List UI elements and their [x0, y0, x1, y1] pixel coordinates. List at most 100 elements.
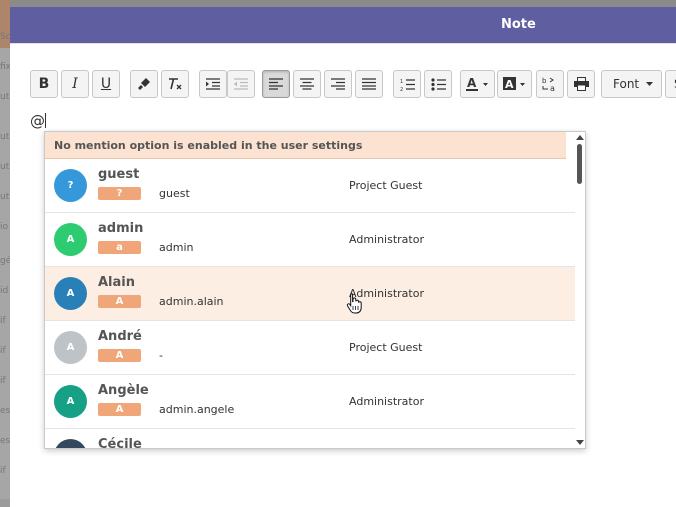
user-role: Project Guest	[349, 341, 423, 354]
text-caret	[45, 113, 46, 128]
mention-notice: No mention option is enabled in the user…	[45, 132, 566, 159]
mention-option-angele[interactable]: A Angèle A admin.angele Administrator	[45, 375, 576, 429]
avatar: ?	[54, 169, 87, 202]
note-modal: Note B I U 1 2 A A b a Font @ No mention…	[10, 7, 676, 507]
svg-text:1: 1	[400, 79, 403, 85]
align-center-button[interactable]	[293, 70, 321, 98]
background-label: ut	[0, 162, 10, 172]
avatar: A	[54, 223, 87, 256]
bold-button[interactable]: B	[30, 70, 58, 98]
clear-format-button[interactable]	[161, 70, 189, 98]
scroll-down-icon[interactable]	[576, 440, 584, 445]
align-left-button[interactable]	[262, 70, 290, 98]
text-color-icon: A	[465, 76, 488, 91]
font-dropdown-label: Font	[613, 77, 640, 91]
user-name: Cécile	[98, 437, 142, 449]
align-center-icon	[300, 78, 314, 90]
user-badge: a	[98, 241, 141, 254]
bullet-list-button[interactable]	[424, 70, 452, 98]
highlight-color-button[interactable]: A	[497, 70, 532, 98]
user-name: guest	[98, 167, 140, 182]
chevron-down-icon	[646, 82, 653, 86]
align-right-button[interactable]	[324, 70, 352, 98]
avatar: A	[54, 385, 87, 418]
svg-text:b: b	[542, 77, 547, 85]
background-label: es	[0, 436, 11, 446]
hand-cursor-icon	[346, 293, 362, 314]
svg-text:A: A	[505, 78, 514, 91]
avatar: A	[54, 331, 87, 364]
underline-button[interactable]: U	[92, 70, 120, 98]
text-color-button[interactable]: A	[460, 70, 495, 98]
printer-icon	[573, 77, 589, 91]
modal-body: B I U 1 2 A A b a Font @ No mention opti…	[10, 43, 676, 507]
bold-label: B	[38, 76, 50, 92]
user-name: admin	[98, 221, 144, 236]
justify-icon	[362, 78, 376, 90]
user-login: admin	[159, 241, 194, 254]
align-left-icon	[269, 78, 283, 90]
user-login: -	[159, 349, 163, 362]
text-direction-icon: ba	[542, 77, 555, 92]
italic-label: I	[72, 76, 78, 92]
svg-text:2: 2	[400, 87, 403, 91]
editor-text: @	[30, 112, 45, 130]
user-role: Administrator	[349, 395, 424, 408]
indent-button[interactable]	[199, 70, 227, 98]
user-badge: A	[98, 295, 141, 308]
user-badge: ?	[98, 187, 141, 200]
background-label: id	[0, 286, 9, 296]
mention-option-guest[interactable]: ? guest ? guest Project Guest	[45, 159, 576, 213]
scroll-up-icon[interactable]	[576, 135, 584, 140]
user-role: Administrator	[349, 233, 424, 246]
background-label: ut	[0, 92, 10, 102]
text-direction-button[interactable]: ba	[536, 70, 564, 98]
mention-option-cecile[interactable]: C Cécile	[45, 429, 576, 449]
size-dropdown[interactable]: S	[665, 70, 676, 98]
editor-content[interactable]: @	[30, 112, 46, 130]
user-login: admin.angele	[159, 403, 235, 416]
highlight-icon: A	[502, 77, 525, 91]
italic-button[interactable]: I	[61, 70, 89, 98]
indent-icon	[206, 78, 220, 90]
ordered-list-button[interactable]: 12	[393, 70, 421, 98]
background-label: io	[0, 222, 9, 232]
mention-option-andre[interactable]: A André A - Project Guest	[45, 321, 576, 375]
background-label: ut	[0, 132, 10, 142]
outdent-button[interactable]	[227, 70, 255, 98]
background-label: if	[0, 346, 6, 356]
outdent-icon	[234, 78, 248, 90]
mention-option-admin[interactable]: A admin a admin Administrator	[45, 213, 576, 267]
background-label: if	[0, 466, 6, 476]
format-painter-button[interactable]	[130, 70, 158, 98]
user-login: admin.alain	[159, 295, 224, 308]
background-sidebar: Sc fix ut ut ut ut io gé id if if if es …	[0, 0, 11, 499]
justify-button[interactable]	[355, 70, 383, 98]
avatar: C	[54, 439, 87, 448]
align-right-icon	[331, 78, 345, 90]
mention-dropdown: No mention option is enabled in the user…	[44, 131, 586, 449]
mention-option-alain[interactable]: A Alain A admin.alain Administrator	[45, 267, 576, 321]
modal-title: Note	[501, 17, 536, 32]
user-login: guest	[159, 187, 190, 200]
user-badge: A	[98, 349, 141, 362]
user-name: Alain	[98, 275, 136, 290]
clear-format-icon	[169, 78, 182, 90]
dropdown-scrollbar[interactable]	[575, 132, 585, 448]
brush-icon	[138, 78, 150, 90]
scroll-thumb[interactable]	[577, 144, 582, 184]
modal-header: Note	[10, 7, 676, 43]
user-role: Project Guest	[349, 179, 423, 192]
user-name: André	[98, 329, 142, 344]
background-label: if	[0, 316, 6, 326]
background-label: if	[0, 376, 6, 386]
user-name: Angèle	[98, 383, 149, 398]
underline-label: U	[100, 76, 112, 92]
avatar: A	[54, 277, 87, 310]
print-button[interactable]	[567, 70, 595, 98]
svg-text:a: a	[550, 84, 555, 92]
font-dropdown[interactable]: Font	[601, 70, 662, 98]
user-badge: A	[98, 403, 141, 416]
ordered-list-icon: 12	[400, 79, 415, 91]
background-label: es	[0, 406, 11, 416]
